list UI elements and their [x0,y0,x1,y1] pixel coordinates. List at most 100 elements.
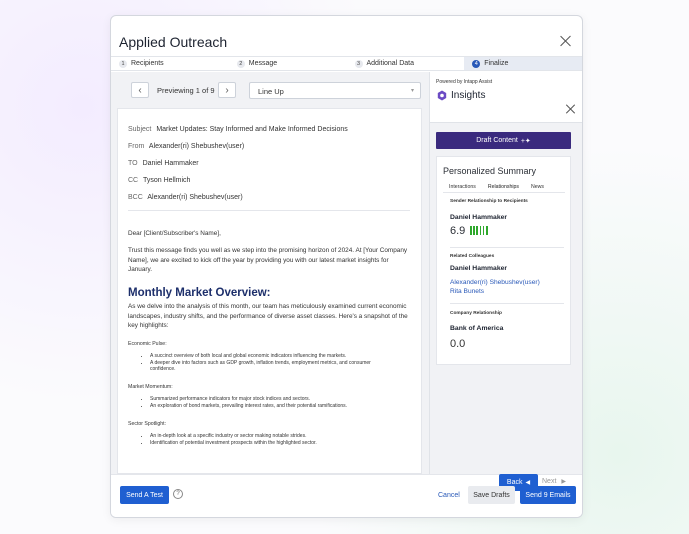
draft-content-button[interactable]: Draft Content +✦ [436,132,571,149]
colleague-link[interactable]: Alexander(ri) Shebushev(user) [450,279,540,286]
score-bar [482,226,485,235]
dialog-title: Applied Outreach [119,34,228,50]
header-divider [128,210,410,211]
insights-logo-icon [437,90,447,101]
step-label: Recipients [131,60,164,67]
powered-by-label: Powered by Intapp Assist [436,79,493,85]
email-cc-line: CC Tyson Hellmich [128,177,190,184]
section-divider [450,303,564,304]
score-bar [485,226,488,235]
insights-header: Powered by Intapp Assist Insights [430,72,582,123]
personalized-summary-card: Personalized Summary Interactions Relati… [436,156,571,365]
close-insights-icon[interactable] [565,104,575,114]
applied-outreach-dialog: Applied Outreach 1 Recipients 2 Message … [110,15,583,518]
email-from-line: From Alexander(ri) Shebushev(user) [128,143,244,150]
sender-relationship-label: Sender Relationship to Recipients [450,199,528,204]
back-label: Back [506,479,523,486]
send-emails-button[interactable]: Send 9 Emails [520,486,576,504]
preview-counter: Previewing 1 of 9 [157,86,215,95]
email-preview[interactable]: Subject Market Updates: Stay Informed an… [117,108,422,474]
colleague-link[interactable]: Rita Bunets [450,288,484,295]
close-icon[interactable] [560,35,572,47]
email-to-line: TO Daniel Hammaker [128,160,199,167]
next-button[interactable]: Next ▶ [542,478,566,485]
email-cc: Tyson Hellmich [142,177,191,184]
list-item: A succinct overview of both local and gl… [150,353,392,360]
section-list: An in-depth look at a specific industry … [142,433,392,446]
relationship-score: 6.9 [450,225,466,237]
next-label: Next [542,478,557,485]
step-number: 4 [472,59,481,68]
email-heading: Monthly Market Overview: [128,287,271,299]
email-to: Daniel Hammaker [142,160,199,167]
next-preview-button[interactable]: › [218,82,236,98]
email-subject-line: Subject Market Updates: Stay Informed an… [128,126,348,133]
score-bar [476,226,478,235]
sender-recipient-name: Daniel Hammaker [450,214,508,221]
step-number: 2 [236,59,245,68]
step-number: 3 [354,59,363,68]
company-relationship-label: Company Relationship [450,311,502,316]
previous-preview-button[interactable]: ‹ [131,82,149,98]
bcc-label: BCC [128,194,143,201]
company-score: 0.0 [450,338,466,350]
sparkle-icon: +✦ [520,137,531,145]
section-list: Summarized performance indicators for ma… [142,396,392,409]
insights-title: Insights [451,90,486,101]
help-icon[interactable]: ? [173,489,183,499]
template-select[interactable]: Line Up ▾ [249,82,421,99]
step-number: 1 [119,59,127,68]
section-title: Sector Spotlight: [128,421,167,427]
related-name: Daniel Hammaker [450,265,508,272]
email-greeting: Dear [Client/Subscriber's Name], [128,230,221,237]
template-select-value: Line Up [258,87,284,96]
email-subject: Market Updates: Stay Informed and Make I… [156,126,348,133]
step-label: Message [248,60,278,67]
email-intro: Trust this message finds you well as we … [128,247,408,274]
list-item: An exploration of bond markets, prevaili… [150,403,392,410]
circle-arrow-left-icon: ◀ [525,480,531,486]
tab-divider [443,192,565,193]
score-bar [470,226,472,235]
step-label: Finalize [484,60,509,67]
section-list: A succinct overview of both local and gl… [142,353,392,373]
summary-title: Personalized Summary [443,166,537,176]
cancel-button[interactable]: Cancel [438,492,460,499]
list-item: Summarized performance indicators for ma… [150,396,392,403]
email-preview-area: Subject Market Updates: Stay Informed an… [111,108,429,474]
step-message[interactable]: 2 Message [229,57,347,70]
step-recipients[interactable]: 1 Recipients [111,57,229,70]
score-bar [479,226,482,235]
step-finalize[interactable]: 4 Finalize [464,57,582,70]
list-item: Identification of potential investment p… [150,440,392,447]
email-from: Alexander(ri) Shebushev(user) [148,143,245,150]
company-name: Bank of America [450,325,504,332]
section-title: Market Momentum: [128,384,173,390]
subject-label: Subject [128,126,152,133]
section-title: Economic Pulse: [128,341,167,347]
wizard-steps: 1 Recipients 2 Message 3 Additional Data… [111,56,582,71]
email-bcc-line: BCC Alexander(ri) Shebushev(user) [128,194,243,201]
circle-arrow-right-icon: ▶ [561,479,566,485]
email-overview: As we delve into the analysis of this mo… [128,303,408,330]
relationship-score-bars [470,226,488,235]
cc-label: CC [128,177,139,184]
score-bar [473,226,475,235]
related-colleagues-label: Related Colleagues [450,254,495,259]
step-additional-data[interactable]: 3 Additional Data [347,57,465,70]
draft-content-label: Draft Content [476,137,518,144]
send-a-test-button[interactable]: Send A Test [120,486,169,504]
section-divider [450,247,564,248]
from-label: From [128,143,145,150]
dialog-footer: Back ◀ Next ▶ Send A Test ? Cancel Save … [111,474,582,517]
to-label: TO [128,160,138,167]
save-drafts-button[interactable]: Save Drafts [468,486,515,504]
step-label: Additional Data [366,60,414,67]
list-item: An in-depth look at a specific industry … [150,433,392,440]
insights-panel: Powered by Intapp Assist Insights Draft … [429,72,582,474]
preview-toolbar: ‹ Previewing 1 of 9 › Line Up ▾ [111,72,429,108]
list-item: A deeper dive into factors such as GDP g… [150,360,392,373]
chevron-down-icon: ▾ [410,88,414,94]
dialog-header: Applied Outreach [111,16,582,56]
email-bcc: Alexander(ri) Shebushev(user) [147,194,243,201]
